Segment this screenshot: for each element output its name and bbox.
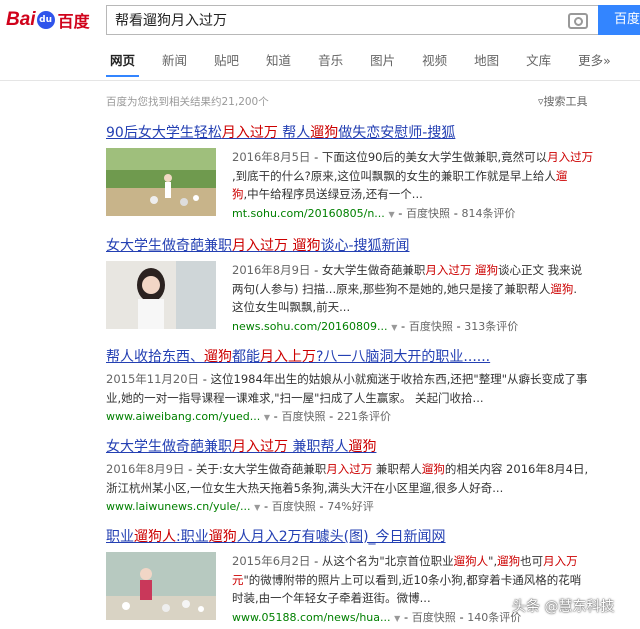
- review-count[interactable]: 814条评价: [462, 207, 516, 220]
- review-count[interactable]: 313条评价: [464, 320, 518, 333]
- result-url[interactable]: www.laiwunews.cn/yule/...: [106, 500, 251, 513]
- baidu-logo[interactable]: Bai du 百度: [6, 8, 90, 32]
- result-url[interactable]: news.sohu.com/20160809...: [232, 320, 388, 333]
- search-result: 帮人收拾东西、遛狗都能月入上万?八一八脑洞大开的职业...... 2015年11…: [106, 346, 588, 423]
- search-box: [106, 5, 598, 35]
- search-tabs: 网页 新闻 贴吧 知道 音乐 图片 视频 地图 文库 更多»: [105, 50, 638, 77]
- tab-images[interactable]: 图片: [370, 50, 395, 69]
- search-result: 90后女大学生轻松月入过万 帮人遛狗做失恋安慰师-搜狐 2016年8月5日 - …: [106, 122, 593, 220]
- result-snippet: 2016年8月9日 - 关于:女大学生做奇葩兼职月入过万 兼职帮人遛狗的相关内容…: [106, 462, 589, 513]
- search-input[interactable]: [107, 6, 563, 34]
- search-result: 职业遛狗人:职业遛狗人月入2万有噱头(图)_今日新闻网 2015年6月2日 - …: [106, 526, 581, 624]
- tab-wenku[interactable]: 文库: [526, 50, 551, 69]
- result-snippet: 2016年8月9日 - 女大学生做奇葩兼职月入过万 遛狗谈心正文 我来说 两句(…: [232, 263, 583, 333]
- review-count[interactable]: 74%好评: [327, 500, 373, 513]
- result-url[interactable]: www.aiweibang.com/yued...: [106, 410, 260, 423]
- result-title[interactable]: 女大学生做奇葩兼职月入过万 兼职帮人遛狗: [106, 436, 376, 456]
- result-url[interactable]: www.05188.com/news/hua...: [232, 611, 391, 624]
- tab-music[interactable]: 音乐: [318, 50, 343, 69]
- search-result: 女大学生做奇葩兼职月入过万 兼职帮人遛狗 2016年8月9日 - 关于:女大学生…: [106, 436, 588, 513]
- search-tools-label: 搜索工具: [543, 95, 588, 108]
- camera-icon[interactable]: [568, 13, 588, 29]
- snapshot-link[interactable]: 百度快照: [281, 410, 325, 423]
- tab-news[interactable]: 新闻: [162, 50, 187, 69]
- result-url[interactable]: mt.sohu.com/20160805/n...: [232, 207, 385, 220]
- result-title[interactable]: 帮人收拾东西、遛狗都能月入上万?八一八脑洞大开的职业......: [106, 346, 490, 366]
- review-count[interactable]: 221条评价: [337, 410, 391, 423]
- result-thumbnail[interactable]: [106, 148, 216, 216]
- tab-zhidao[interactable]: 知道: [266, 50, 291, 69]
- tab-video[interactable]: 视频: [422, 50, 447, 69]
- result-title[interactable]: 女大学生做奇葩兼职月入过万 遛狗谈心-搜狐新闻: [106, 235, 410, 255]
- watermark: 头条 @慧东科技: [512, 599, 615, 615]
- snapshot-link[interactable]: 百度快照: [412, 611, 456, 624]
- header: Bai du 百度 百度 网页 新闻 贴吧 知道 音乐 图片 视频 地图 文库 …: [0, 0, 640, 81]
- chevron-down-icon[interactable]: ▼: [264, 413, 270, 422]
- search-tools[interactable]: ▿搜索工具: [538, 93, 588, 109]
- result-count: 百度为您找到相关结果约21,200个: [106, 96, 269, 108]
- result-snippet: 2015年11月20日 - 这位1984年出生的姑娘从小就痴迷于收拾东西,还把"…: [106, 372, 588, 423]
- snapshot-link[interactable]: 百度快照: [272, 500, 316, 513]
- result-title[interactable]: 职业遛狗人:职业遛狗人月入2万有噱头(图)_今日新闻网: [106, 526, 446, 546]
- search-result: 女大学生做奇葩兼职月入过万 遛狗谈心-搜狐新闻 2016年8月9日 - 女大学生…: [106, 235, 582, 333]
- search-button[interactable]: 百度: [598, 5, 640, 35]
- result-title[interactable]: 90后女大学生轻松月入过万 帮人遛狗做失恋安慰师-搜狐: [106, 122, 455, 142]
- result-thumbnail[interactable]: [106, 552, 216, 620]
- logo-baidu-cn: 百度: [57, 12, 90, 31]
- result-snippet: 2015年6月2日 - 从这个名为"北京首位职业遛狗人",遛狗也可月入万 元"的…: [232, 554, 582, 624]
- logo-bai: Bai: [6, 9, 36, 30]
- chevron-down-icon[interactable]: ▼: [394, 614, 400, 623]
- paw-icon: du: [36, 11, 55, 29]
- snapshot-link[interactable]: 百度快照: [409, 320, 453, 333]
- snapshot-link[interactable]: 百度快照: [406, 207, 450, 220]
- tab-tieba[interactable]: 贴吧: [214, 50, 239, 69]
- tab-more[interactable]: 更多»: [578, 50, 611, 69]
- tab-webpage[interactable]: 网页: [105, 50, 140, 77]
- tab-map[interactable]: 地图: [474, 50, 499, 69]
- chevron-down-icon[interactable]: ▼: [391, 323, 397, 332]
- chevron-down-icon[interactable]: ▼: [254, 503, 260, 512]
- result-snippet: 2016年8月5日 - 下面这位90后的美女大学生做兼职,竟然可以月入过万 ,到…: [232, 150, 594, 220]
- chevron-down-icon[interactable]: ▼: [388, 210, 394, 219]
- result-thumbnail[interactable]: [106, 261, 216, 329]
